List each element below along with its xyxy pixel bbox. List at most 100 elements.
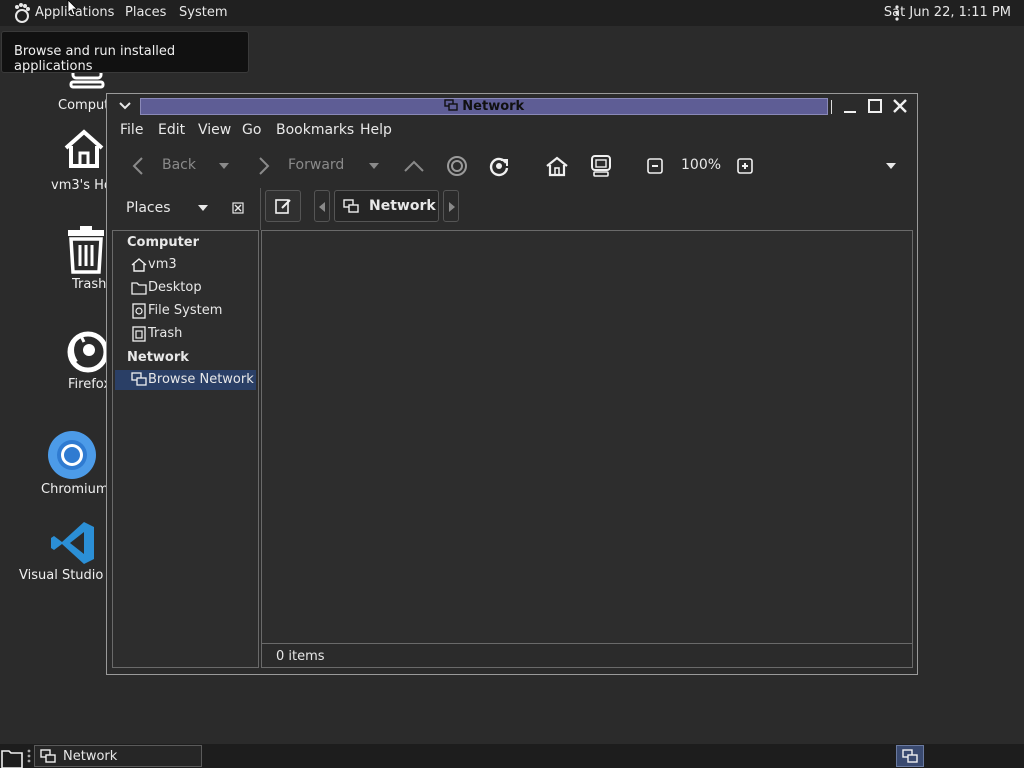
path-segment-network[interactable]: Network [334,190,439,222]
window-title: Network [462,99,525,114]
minimize-icon[interactable] [842,99,858,115]
network-icon [902,749,918,763]
taskbar-button-network[interactable]: Network [34,745,202,767]
chevron-right-icon [449,202,455,212]
forward-label: Forward [288,157,345,173]
stop-icon[interactable] [446,155,468,177]
network-icon [40,749,56,763]
clock[interactable]: Sat Jun 22, 1:11 PM [884,5,1011,20]
desktop-icon-home[interactable]: vm3's Home [50,128,110,198]
window-title-wrap: Network [141,99,827,114]
sidebar-item-label: vm3 [148,257,177,272]
title-bar[interactable]: Network [107,94,917,118]
bottom-panel: Network [0,744,1024,768]
desktop-icon-label: Visual Studio Code [19,568,110,583]
sidebar-item-label: File System [148,303,223,318]
desktop-icon-label: Firefox [68,377,110,392]
sidebar-item-trash[interactable]: Trash [131,324,182,344]
firefox-icon [67,331,109,373]
reload-icon[interactable] [488,155,510,177]
back-label: Back [162,157,196,173]
title-divider [831,100,832,114]
folder-icon [131,281,147,295]
menu-bar: File Edit View Go Bookmarks Help [107,122,917,142]
menu-view[interactable]: View [198,122,231,138]
forward-button[interactable]: Forward [254,150,384,182]
gnome-foot-icon[interactable] [10,2,32,24]
menu-go[interactable]: Go [242,122,261,138]
places-dropdown-icon[interactable] [198,205,208,211]
desktop-icon-label: Chromium [41,482,109,497]
toolbar-overflow-icon[interactable] [886,163,896,169]
desktop-icon-trash[interactable]: Trash [58,226,110,296]
location-bar: Places Network [107,188,917,230]
sidebar-item-desktop[interactable]: Desktop [131,278,202,298]
file-view-area[interactable] [261,230,913,644]
maximize-icon[interactable] [867,98,883,114]
menu-edit[interactable]: Edit [158,122,185,138]
trash-icon [68,226,104,274]
taskbar-button-label: Network [63,749,118,764]
sidebar-header-network: Network [127,350,189,365]
trash-icon [132,325,146,342]
places-dropdown-label[interactable]: Places [126,200,171,216]
show-desktop-icon[interactable] [1,746,23,768]
path-scroll-left-button[interactable] [314,190,330,222]
chevron-left-icon [319,202,325,212]
location-divider [260,188,261,230]
up-icon[interactable] [402,156,426,176]
edit-location-button[interactable] [265,190,301,222]
menu-help[interactable]: Help [360,122,392,138]
desktop-icon-firefox[interactable]: Firefox [60,328,110,398]
zoom-out-icon[interactable] [647,158,663,174]
vscode-icon [51,522,94,564]
drag-handle-icon[interactable] [27,749,31,763]
places-menu[interactable]: Places [125,5,166,20]
sidebar-item-file-system[interactable]: File System [131,301,222,321]
chromium-icon [48,431,96,479]
sidebar-item-vm3[interactable]: vm3 [131,255,177,275]
menu-bookmarks[interactable]: Bookmarks [276,122,354,138]
places-sidebar: Computer vm3 Desktop File System Trash N… [112,230,259,668]
sidebar-header-computer: Computer [127,235,200,250]
file-manager-window: Network File Edit View Go Bookmarks Help… [106,93,918,675]
zoom-level: 100% [681,157,722,173]
computer-icon[interactable] [590,154,612,178]
home-icon [64,129,104,168]
sidebar-item-browse-network[interactable]: Browse Network [115,370,256,390]
close-sidebar-icon[interactable] [232,202,244,214]
forward-dropdown-icon [369,163,379,169]
close-icon[interactable] [892,98,908,114]
toolbar: Back Forward 100% [107,150,917,182]
top-panel: Applications Places System Sat Jun 22, 1… [0,0,1024,26]
back-button[interactable]: Back [127,150,247,182]
back-dropdown-icon [219,163,229,169]
window-menu-chevron-icon[interactable] [119,101,131,111]
desktop-icon-vscode[interactable]: Visual Studio Code [16,520,110,590]
home-icon [131,257,147,272]
path-scroll-right-button[interactable] [443,190,459,222]
network-icon [131,371,147,386]
forward-arrow-icon [259,157,270,175]
mouse-cursor-icon [67,0,77,16]
sidebar-item-label: Trash [148,326,183,341]
zoom-in-icon[interactable] [737,158,753,174]
drive-icon [132,302,146,319]
system-menu[interactable]: System [179,5,227,20]
network-icon [343,199,359,213]
status-bar: 0 items [261,644,913,668]
menu-file[interactable]: File [120,122,143,138]
status-text: 0 items [276,649,325,664]
back-arrow-icon [132,157,143,175]
desktop-icon-chromium[interactable]: Chromium [38,430,110,502]
sidebar-item-label: Browse Network [148,372,254,387]
desktop-icon-label: Computer [58,98,108,113]
workspace-switcher[interactable] [896,745,924,767]
desktop-icon-label: vm3's Home [51,178,107,193]
sidebar-item-label: Desktop [148,280,202,295]
home-icon[interactable] [545,155,569,177]
edit-icon [275,199,291,214]
applications-tooltip: Browse and run installed applications [1,31,249,74]
network-icon [444,99,458,111]
title-bar-fill[interactable]: Network [140,98,828,115]
